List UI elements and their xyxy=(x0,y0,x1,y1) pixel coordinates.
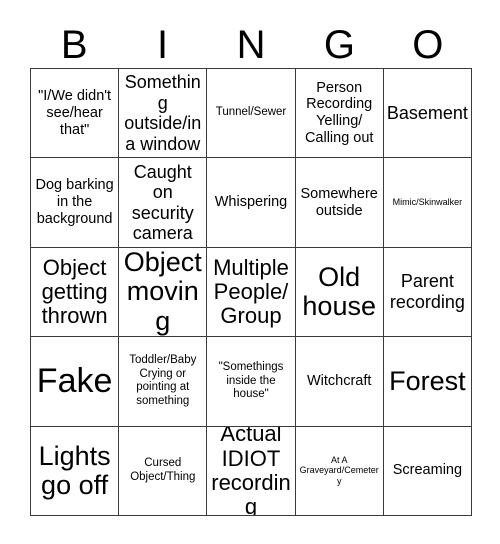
bingo-cell-text: Object getting thrown xyxy=(41,254,108,329)
bingo-cell-text: Person Recording Yelling/ Calling out xyxy=(304,79,374,146)
bingo-cell-i5[interactable]: Cursed Object/Thing xyxy=(119,426,208,516)
bingo-cell-text: "I/We didn't see/hear that" xyxy=(38,87,112,138)
bingo-cell-b3[interactable]: Object getting thrown xyxy=(31,247,120,338)
bingo-cell-text: Caught on security camera xyxy=(131,161,194,244)
bingo-header-letter-n: N xyxy=(236,23,266,67)
bingo-cell-g5[interactable]: At A Graveyard/Cemetery xyxy=(295,426,384,516)
bingo-cell-n5[interactable]: Actual IDIOT recording xyxy=(207,426,296,516)
bingo-cell-text: Tunnel/Sewer xyxy=(215,106,287,119)
bingo-header: B I N G O xyxy=(30,22,472,68)
bingo-cell-text: Basement xyxy=(386,102,468,123)
bingo-cell-b5[interactable]: Lights go off xyxy=(31,426,120,516)
bingo-cell-text: Mimic/Skinwalker xyxy=(392,197,463,208)
bingo-cell-g4[interactable]: Witchcraft xyxy=(295,337,384,427)
bingo-cell-n2[interactable]: Whispering xyxy=(207,158,296,248)
bingo-cell-g3[interactable]: Old house xyxy=(295,247,384,338)
bingo-header-letter-i: I xyxy=(157,23,169,67)
bingo-cell-text: "Somethings inside the house" xyxy=(218,361,284,401)
bingo-cell-n1[interactable]: Tunnel/Sewer xyxy=(207,69,296,159)
bingo-card: B I N G O "I/We didn't see/hear that" So… xyxy=(0,0,500,544)
bingo-cell-n3[interactable]: Multiple People/ Group xyxy=(207,247,296,338)
bingo-cell-text: Whispering xyxy=(214,194,288,211)
bingo-header-letter-b: B xyxy=(60,23,88,67)
bingo-cell-b4[interactable]: Fake xyxy=(31,337,120,427)
bingo-cell-i1[interactable]: Something outside/in a window xyxy=(119,69,208,159)
bingo-cell-i3[interactable]: Object moving xyxy=(119,247,208,338)
bingo-cell-text: Actual IDIOT recording xyxy=(211,426,291,516)
bingo-cell-b2[interactable]: Dog barking in the background xyxy=(31,158,120,248)
bingo-cell-text: Lights go off xyxy=(38,440,111,500)
bingo-cell-o1[interactable]: Basement xyxy=(383,69,472,159)
bingo-cell-text: Screaming xyxy=(392,462,463,479)
bingo-cell-b1[interactable]: "I/We didn't see/hear that" xyxy=(31,69,120,159)
bingo-cell-text: Something outside/in a window xyxy=(124,72,202,154)
bingo-cell-text: Fake xyxy=(36,361,113,400)
bingo-cell-text: Dog barking in the background xyxy=(35,177,114,227)
bingo-cell-text: At A Graveyard/Cemetery xyxy=(299,454,379,487)
bingo-cell-text: Object moving xyxy=(123,247,202,336)
bingo-cell-text: Parent recording xyxy=(389,271,465,312)
bingo-cell-text: Somewhere outside xyxy=(300,185,378,219)
bingo-cell-text: Toddler/Baby Crying or pointing at somet… xyxy=(129,354,197,407)
bingo-cell-text: Witchcraft xyxy=(306,372,372,389)
bingo-header-letter-o: O xyxy=(412,23,444,67)
bingo-cell-text: Multiple People/ Group xyxy=(213,254,289,329)
bingo-cell-o5[interactable]: Screaming xyxy=(383,426,472,516)
bingo-cell-i4[interactable]: Toddler/Baby Crying or pointing at somet… xyxy=(119,337,208,427)
bingo-grid: "I/We didn't see/hear that" Something ou… xyxy=(30,68,472,516)
bingo-cell-o4[interactable]: Forest xyxy=(383,337,472,427)
bingo-cell-i2[interactable]: Caught on security camera xyxy=(119,158,208,248)
bingo-cell-text: Old house xyxy=(302,261,376,321)
bingo-cell-text: Forest xyxy=(389,365,466,396)
bingo-cell-n4[interactable]: "Somethings inside the house" xyxy=(207,337,296,427)
bingo-cell-text: Cursed Object/Thing xyxy=(130,457,196,483)
bingo-cell-g2[interactable]: Somewhere outside xyxy=(295,158,384,248)
bingo-header-letter-g: G xyxy=(323,23,355,67)
bingo-cell-g1[interactable]: Person Recording Yelling/ Calling out xyxy=(295,69,384,159)
bingo-cell-o2[interactable]: Mimic/Skinwalker xyxy=(383,158,472,248)
bingo-cell-o3[interactable]: Parent recording xyxy=(383,247,472,338)
